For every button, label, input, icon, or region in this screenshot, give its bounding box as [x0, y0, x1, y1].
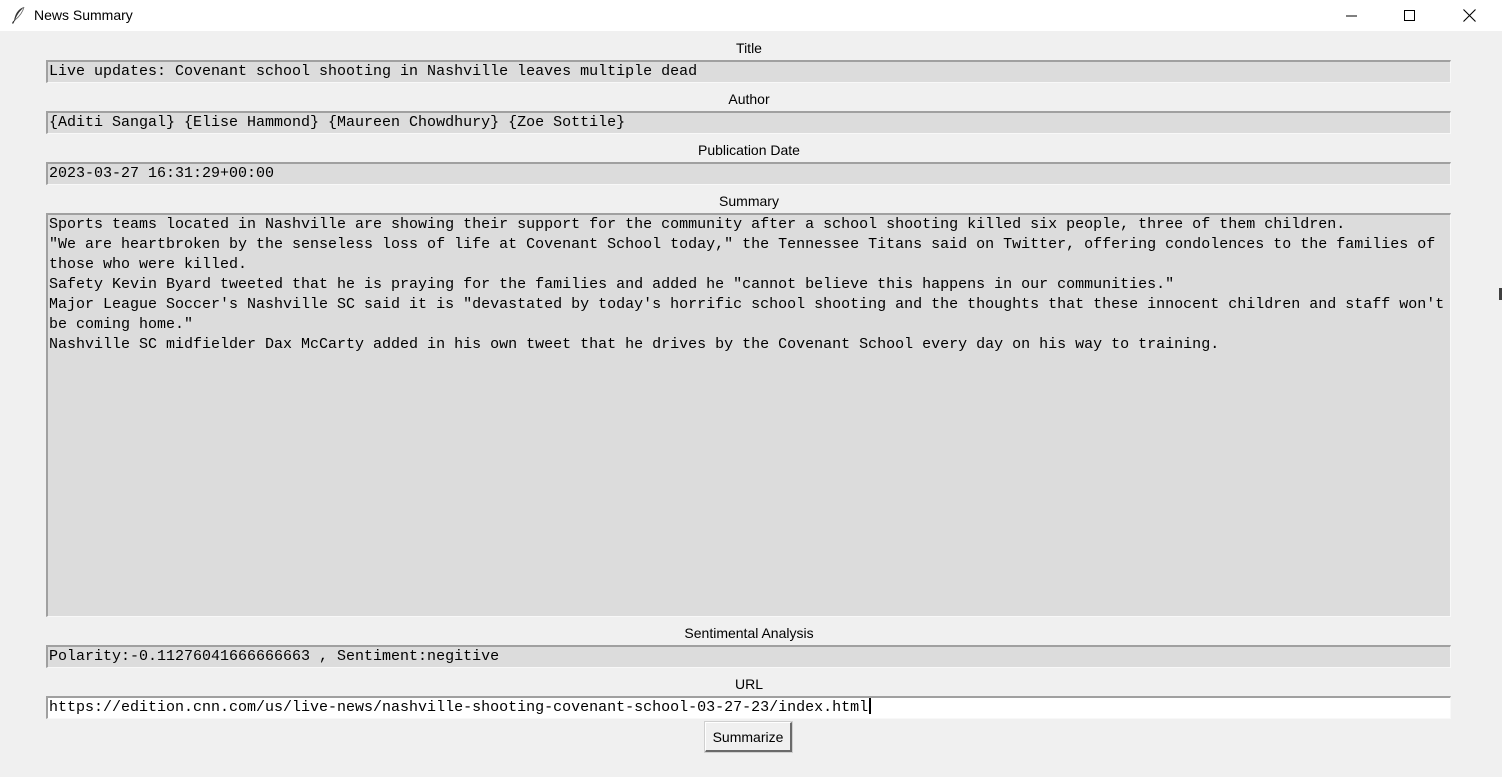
close-icon [1462, 9, 1476, 22]
url-input[interactable]: https://edition.cnn.com/us/live-news/nas… [46, 696, 1451, 719]
sentiment-field[interactable]: Polarity:-0.11276041666666663 , Sentimen… [46, 645, 1451, 668]
maximize-button[interactable] [1381, 0, 1439, 31]
title-field[interactable]: Live updates: Covenant school shooting i… [46, 60, 1451, 83]
summary-textbox[interactable]: Sports teams located in Nashville are sh… [46, 213, 1451, 617]
publication-date-field[interactable]: 2023-03-27 16:31:29+00:00 [46, 162, 1451, 185]
author-label: Author [728, 91, 770, 107]
summary-paragraph: Nashville SC midfielder Dax McCarty adde… [49, 336, 1220, 353]
publication-date-label: Publication Date [698, 142, 800, 158]
sentiment-label: Sentimental Analysis [684, 625, 814, 641]
feather-icon [11, 6, 27, 24]
url-label: URL [734, 676, 763, 692]
text-caret [869, 698, 872, 714]
minimize-icon [1346, 10, 1358, 22]
close-button[interactable] [1440, 0, 1498, 31]
title-label: Title [736, 40, 762, 56]
summary-paragraph: Major League Soccer's Nashville SC said … [49, 296, 1445, 333]
title-bar: News Summary [0, 0, 1502, 31]
maximize-icon [1404, 9, 1416, 22]
summarize-button[interactable]: Summarize [704, 721, 793, 753]
url-input-value: https://edition.cnn.com/us/live-news/nas… [49, 699, 869, 716]
summary-label: Summary [719, 193, 779, 209]
author-field[interactable]: {Aditi Sangal} {Elise Hammond} {Maureen … [46, 111, 1451, 134]
minimize-button[interactable] [1323, 0, 1381, 31]
summary-paragraph: Safety Kevin Byard tweeted that he is pr… [49, 276, 1175, 293]
summary-paragraph: "We are heartbroken by the senseless los… [49, 236, 1436, 273]
summary-paragraph: Sports teams located in Nashville are sh… [49, 216, 1346, 233]
window-title: News Summary [34, 7, 133, 23]
